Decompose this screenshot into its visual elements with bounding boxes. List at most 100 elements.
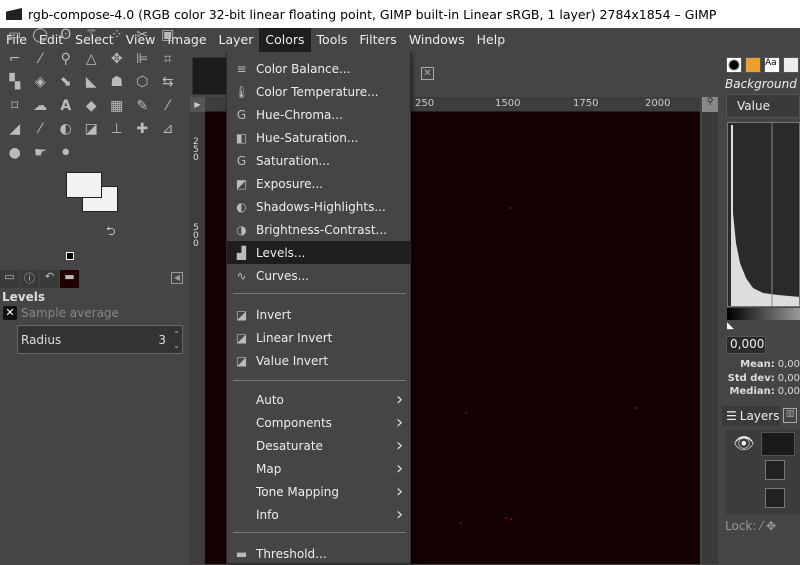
swap-colors-icon[interactable]: ⮌ xyxy=(106,222,116,243)
measure-icon[interactable]: △ xyxy=(79,48,105,72)
heal-icon[interactable]: ✚ xyxy=(130,118,156,142)
menu-item-auto[interactable]: Auto › xyxy=(227,388,410,411)
menu-item-desaturate[interactable]: Desaturate › xyxy=(227,434,410,457)
menu-item-saturation[interactable]: G Saturation... xyxy=(227,149,410,172)
menu-item-hue-chroma[interactable]: G Hue-Chroma... xyxy=(227,103,410,126)
menu-item-hue-saturation[interactable]: ◧ Hue-Saturation... xyxy=(227,126,410,149)
dock-menu-icon[interactable]: ◀ xyxy=(171,272,183,284)
fuzzy-select-icon[interactable]: ⚚ xyxy=(79,24,105,48)
brushes-tab-icon[interactable] xyxy=(726,57,742,73)
fonts-tab-icon[interactable]: Aa xyxy=(764,57,780,73)
shear-icon[interactable]: ◣ xyxy=(79,71,105,95)
patterns-tab-icon[interactable] xyxy=(745,57,761,73)
menu-item-invert[interactable]: ◪ Invert xyxy=(227,303,410,326)
quick-mask-menu-icon[interactable]: ▶ xyxy=(190,97,205,112)
pencil-icon[interactable]: ✎ xyxy=(130,95,156,119)
range-handle-icon[interactable]: ◣ xyxy=(727,321,734,331)
radius-spinner[interactable]: Radius 3 ⌃ ⌄ xyxy=(17,325,183,354)
default-colors-icon[interactable] xyxy=(66,252,74,260)
menu-item-info[interactable]: Info › xyxy=(227,503,410,526)
airbrush-icon[interactable]: ⁄ xyxy=(28,118,54,142)
channels-tab-icon[interactable]: ▥ xyxy=(783,408,797,423)
scissors-icon[interactable]: ✂ xyxy=(130,24,156,48)
tool-options-tab-icon[interactable]: ▭ xyxy=(0,270,19,288)
menu-separator xyxy=(233,293,406,294)
menu-item-label: Components xyxy=(256,415,332,430)
undo-history-tab-icon[interactable]: ↶ xyxy=(40,270,59,288)
menu-item-color-temperature[interactable]: 🌡 Color Temperature... xyxy=(227,80,410,103)
move-icon[interactable]: ✥ xyxy=(104,48,130,72)
menu-windows[interactable]: Windows xyxy=(403,28,471,52)
menu-help[interactable]: Help xyxy=(471,28,512,52)
layer-mask-icon[interactable] xyxy=(765,488,785,508)
menu-item-tone-mapping[interactable]: Tone Mapping › xyxy=(227,480,410,503)
rotate-icon[interactable]: ◈ xyxy=(28,71,54,95)
sample-average-checkbox[interactable]: ✕ Sample average xyxy=(3,306,119,320)
gradient-icon[interactable]: ▦ xyxy=(104,95,130,119)
eraser-icon[interactable]: ◢ xyxy=(2,118,28,142)
unified-transform-icon[interactable]: ▚ xyxy=(2,71,28,95)
menu-item-color-balance[interactable]: ≡ Color Balance... xyxy=(227,57,410,80)
menu-colors[interactable]: Colors xyxy=(259,28,311,52)
menu-item-threshold[interactable]: ▬ Threshold... xyxy=(227,542,410,565)
ellipse-select-icon[interactable]: ◯ xyxy=(28,24,54,48)
3d-transform-icon[interactable]: ⬡ xyxy=(130,71,156,95)
bucket-fill-icon[interactable]: ◆ xyxy=(79,95,105,119)
close-image-icon[interactable]: ✕ xyxy=(421,67,434,80)
menu-item-value-invert[interactable]: ◪ Value Invert xyxy=(227,349,410,372)
menu-layer[interactable]: Layer xyxy=(213,28,260,52)
image-tab-thumbnail[interactable] xyxy=(192,57,228,95)
cage-icon[interactable]: ⌑ xyxy=(2,95,28,119)
document-tab-icon[interactable] xyxy=(783,57,799,73)
images-tab-icon[interactable]: ▬ xyxy=(60,270,79,288)
lock-position-icon[interactable]: ✥ xyxy=(766,519,776,533)
perspective-icon[interactable]: ☗ xyxy=(104,71,130,95)
menu-item-shadows-highlights[interactable]: ◐ Shadows-Highlights... xyxy=(227,195,410,218)
foreground-color[interactable] xyxy=(66,172,102,198)
lock-pixels-icon[interactable]: ⁄ xyxy=(760,519,762,533)
spin-arrows-icon[interactable]: ⌃ ⌄ xyxy=(173,329,180,351)
crop-icon[interactable]: ⌗ xyxy=(155,48,181,72)
blur-icon[interactable]: ● xyxy=(2,142,28,166)
menu-item-exposure[interactable]: ◩ Exposure... xyxy=(227,172,410,195)
scale-icon[interactable]: ⬊ xyxy=(53,71,79,95)
dodge-burn-icon[interactable]: ⚫ xyxy=(53,142,79,166)
paintbrush-icon[interactable]: ⁄ xyxy=(155,95,181,119)
menu-item-linear-invert[interactable]: ◪ Linear Invert xyxy=(227,326,410,349)
menu-item-components[interactable]: Components › xyxy=(227,411,410,434)
text-icon[interactable]: A xyxy=(53,95,79,119)
vertical-scrollbar[interactable] xyxy=(702,112,718,564)
eye-visibility-icon[interactable]: 👁 xyxy=(733,434,755,454)
perspective-clone-icon[interactable]: ⊿ xyxy=(155,118,181,142)
rect-select-icon[interactable]: ▭ xyxy=(2,24,28,48)
menu-filters[interactable]: Filters xyxy=(353,28,402,52)
color-select-icon[interactable]: ⁘ xyxy=(104,24,130,48)
clone-icon[interactable]: ⊥ xyxy=(104,118,130,142)
lasso-icon[interactable]: ʘ xyxy=(53,24,79,48)
histogram-gradient xyxy=(727,308,800,320)
layers-tab[interactable]: ☰ Layers xyxy=(722,406,780,426)
flip-icon[interactable]: ⇆ xyxy=(155,71,181,95)
smudge-icon[interactable]: ☛ xyxy=(28,142,54,166)
navigate-icon[interactable]: ⚲ xyxy=(702,97,718,112)
menu-tools[interactable]: Tools xyxy=(311,28,354,52)
menu-item-curves[interactable]: ∿ Curves... xyxy=(227,264,410,287)
device-status-tab-icon[interactable]: ⓘ xyxy=(20,270,39,288)
warp-icon[interactable]: ☁ xyxy=(28,95,54,119)
menu-item-levels[interactable]: ▟ Levels... xyxy=(227,241,410,264)
ink-icon[interactable]: ◐ xyxy=(53,118,79,142)
channel-select[interactable]: Value xyxy=(726,94,800,118)
menu-item-brightness-contrast[interactable]: ◑ Brightness-Contrast... xyxy=(227,218,410,241)
layer-thumbnail[interactable] xyxy=(761,432,795,456)
foreground-select-icon[interactable]: ▣ xyxy=(155,24,181,48)
mypaint-icon[interactable]: ◪ xyxy=(79,118,105,142)
zoom-icon[interactable]: ⚲ xyxy=(53,48,79,72)
color-picker-icon[interactable]: ⁄ xyxy=(28,48,54,72)
paths-icon[interactable]: ⌐ xyxy=(2,48,28,72)
checkbox-x-icon[interactable]: ✕ xyxy=(3,306,17,320)
range-start-input[interactable]: 0,000 xyxy=(726,336,766,354)
menu-item-map[interactable]: Map › xyxy=(227,457,410,480)
radius-value[interactable]: 3 xyxy=(158,333,166,347)
layer-mask-icon[interactable] xyxy=(765,460,785,480)
align-icon[interactable]: ⊫ xyxy=(130,48,156,72)
